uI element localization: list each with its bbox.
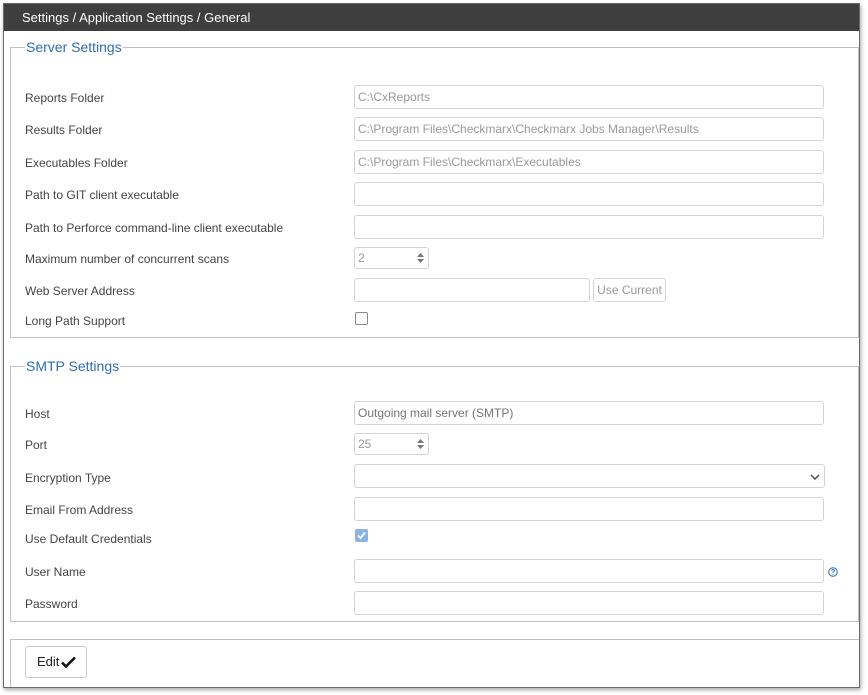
email-from-input[interactable]: [354, 497, 824, 521]
user-name-input[interactable]: [354, 559, 824, 583]
use-current-button[interactable]: Use Current: [593, 278, 666, 302]
git-path-label: Path to GIT client executable: [25, 188, 179, 202]
server-settings-title: Server Settings: [25, 38, 123, 56]
smtp-settings-section: SMTP Settings Host Port 25 Encryption Ty…: [10, 357, 859, 622]
host-input[interactable]: [354, 401, 824, 425]
legend-rule: [11, 366, 25, 367]
edit-button[interactable]: Edit: [25, 646, 87, 678]
email-from-label: Email From Address: [25, 503, 134, 517]
reports-folder-label: Reports Folder: [25, 91, 105, 105]
port-stepper[interactable]: 25: [354, 433, 429, 455]
chevron-down-icon: [810, 474, 820, 480]
results-folder-label: Results Folder: [25, 123, 103, 137]
git-path-input[interactable]: [354, 182, 824, 206]
port-value: 25: [358, 437, 372, 451]
breadcrumb: Settings / Application Settings / Genera…: [4, 4, 859, 31]
settings-window: Settings / Application Settings / Genera…: [3, 3, 860, 688]
long-path-checkbox[interactable]: [355, 312, 368, 325]
long-path-label: Long Path Support: [25, 314, 126, 328]
checkmark-icon: [357, 531, 366, 540]
default-credentials-label: Use Default Credentials: [25, 532, 152, 546]
action-bar: Edit: [10, 639, 859, 687]
user-name-label: User Name: [25, 565, 86, 579]
perforce-path-label: Path to Perforce command-line client exe…: [25, 221, 284, 235]
executables-folder-label: Executables Folder: [25, 156, 128, 170]
max-scans-label: Maximum number of concurrent scans: [25, 252, 230, 266]
checkmark-icon: [61, 656, 76, 668]
encryption-type-select[interactable]: [354, 464, 825, 488]
max-scans-stepper[interactable]: 2: [354, 247, 429, 269]
results-folder-input[interactable]: C:\Program Files\Checkmarx\Checkmarx Job…: [354, 117, 824, 141]
spinner-arrows-icon[interactable]: [416, 251, 425, 265]
host-label: Host: [25, 407, 50, 421]
default-credentials-checkbox[interactable]: [355, 529, 368, 542]
help-icon[interactable]: [828, 567, 838, 577]
server-settings-section: Server Settings Reports Folder C:\CxRepo…: [10, 38, 859, 338]
reports-folder-input[interactable]: C:\CxReports: [354, 85, 824, 109]
password-label: Password: [25, 597, 78, 611]
password-input[interactable]: [354, 591, 824, 615]
edit-button-label: Edit: [37, 654, 60, 669]
web-server-input[interactable]: [354, 278, 590, 302]
legend-rule: [11, 47, 25, 48]
max-scans-value: 2: [358, 251, 365, 265]
executables-folder-input[interactable]: C:\Program Files\Checkmarx\Executables: [354, 150, 824, 174]
encryption-type-label: Encryption Type: [25, 471, 111, 485]
port-label: Port: [25, 438, 48, 452]
web-server-label: Web Server Address: [25, 284, 135, 298]
smtp-settings-title: SMTP Settings: [25, 357, 121, 375]
perforce-path-input[interactable]: [354, 215, 824, 239]
spinner-arrows-icon[interactable]: [416, 437, 425, 451]
